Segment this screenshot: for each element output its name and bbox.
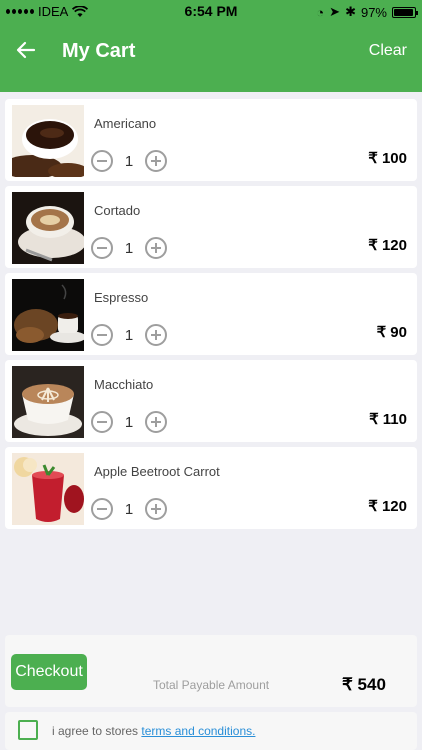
- quantity-value: 1: [124, 239, 134, 257]
- status-right: ◔ ➤ ✱ 97%: [316, 4, 418, 20]
- terms-text: i agree to stores terms and conditions.: [52, 724, 255, 738]
- item-name: Cortado: [94, 203, 141, 218]
- location-icon: ➤: [329, 4, 341, 19]
- total-label: Total Payable Amount: [153, 678, 270, 692]
- app-header: My Cart Clear: [0, 22, 422, 92]
- increase-quantity-button[interactable]: [145, 150, 167, 172]
- quantity-stepper: 1: [91, 411, 167, 433]
- item-price: ₹ 120: [368, 237, 407, 254]
- increase-quantity-button[interactable]: [145, 324, 167, 346]
- item-price: ₹ 120: [368, 498, 407, 515]
- item-price: ₹ 100: [368, 150, 407, 167]
- terms-label: i agree to stores: [52, 724, 139, 738]
- juice-image: [12, 453, 84, 525]
- cart-item-cortado: Cortado 1 ₹ 120: [5, 186, 417, 268]
- quantity-value: 1: [124, 500, 134, 518]
- quantity-stepper: 1: [91, 237, 167, 259]
- cart-list: Americano 1 ₹ 100 Cortado 1 ₹ 120 Espres…: [5, 99, 417, 534]
- item-price: ₹ 90: [376, 324, 407, 341]
- cortado-image: [12, 192, 84, 264]
- cart-item-espresso: Espresso 1 ₹ 90: [5, 273, 417, 355]
- americano-image: [12, 105, 84, 177]
- espresso-image: [12, 279, 84, 351]
- bluetooth-icon: ✱: [345, 4, 356, 19]
- decrease-quantity-button[interactable]: [91, 237, 113, 259]
- quantity-value: 1: [124, 413, 134, 431]
- total-value: ₹ 540: [342, 675, 386, 694]
- quantity-value: 1: [124, 326, 134, 344]
- status-bar: IDEA 6:54 PM ◔ ➤ ✱ 97%: [0, 0, 422, 22]
- order-summary: Checkout Total Payable Amount ₹ 540: [5, 635, 417, 707]
- checkout-button[interactable]: Checkout: [11, 654, 87, 690]
- decrease-quantity-button[interactable]: [91, 411, 113, 433]
- orientation-lock-icon: ◔: [316, 4, 325, 20]
- terms-checkbox[interactable]: [18, 720, 38, 740]
- clear-button[interactable]: Clear: [369, 42, 407, 60]
- quantity-stepper: 1: [91, 324, 167, 346]
- item-name: Macchiato: [94, 377, 154, 392]
- page-title: My Cart: [62, 40, 136, 62]
- item-name: Espresso: [94, 290, 149, 305]
- battery-percent: 97%: [360, 4, 387, 20]
- terms-row: i agree to stores terms and conditions.: [5, 712, 417, 750]
- macchiato-image: [12, 366, 84, 438]
- arrow-left-icon[interactable]: [16, 40, 36, 60]
- decrease-quantity-button[interactable]: [91, 150, 113, 172]
- cart-item-macchiato: Macchiato 1 ₹ 110: [5, 360, 417, 442]
- item-price: ₹ 110: [369, 411, 407, 428]
- decrease-quantity-button[interactable]: [91, 324, 113, 346]
- item-name: Americano: [94, 116, 157, 131]
- increase-quantity-button[interactable]: [145, 498, 167, 520]
- item-name: Apple Beetroot Carrot: [94, 464, 220, 479]
- decrease-quantity-button[interactable]: [91, 498, 113, 520]
- quantity-stepper: 1: [91, 150, 167, 172]
- cart-item-americano: Americano 1 ₹ 100: [5, 99, 417, 181]
- increase-quantity-button[interactable]: [145, 411, 167, 433]
- increase-quantity-button[interactable]: [145, 237, 167, 259]
- quantity-stepper: 1: [91, 498, 167, 520]
- battery-icon: [392, 6, 418, 18]
- quantity-value: 1: [124, 152, 134, 170]
- terms-link[interactable]: terms and conditions.: [141, 724, 255, 738]
- cart-item-apple-beetroot-carrot: Apple Beetroot Carrot 1 ₹ 120: [5, 447, 417, 529]
